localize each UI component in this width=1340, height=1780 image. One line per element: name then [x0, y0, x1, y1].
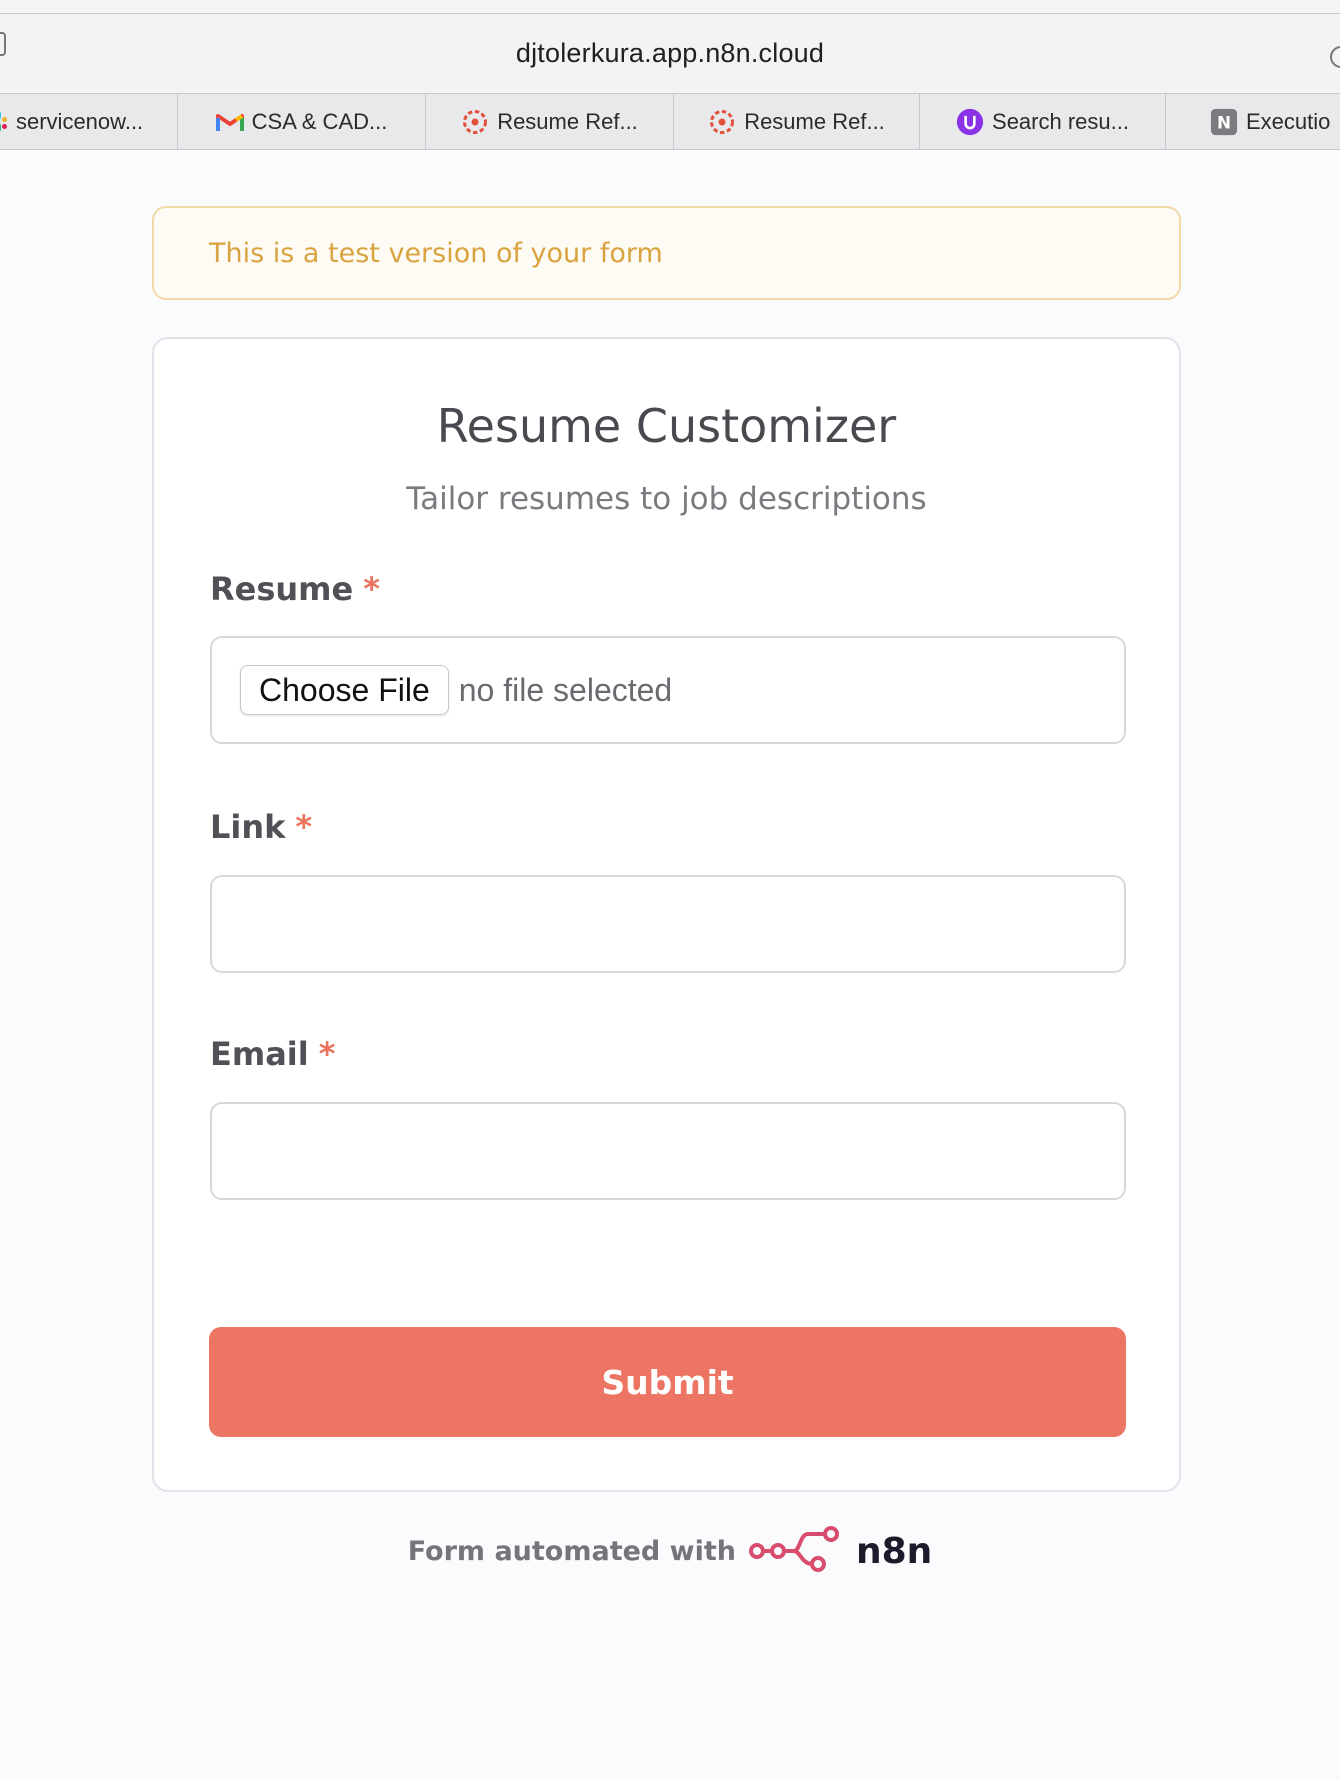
- email-label: Email *: [210, 1035, 335, 1073]
- notice-text: This is a test version of your form: [209, 237, 663, 269]
- file-status-text: no file selected: [458, 671, 673, 708]
- address-bar[interactable]: djtolerkura.app.n8n.cloud: [0, 14, 1340, 94]
- footer: Form automated with n8n: [0, 1526, 1340, 1577]
- required-marker: *: [295, 808, 313, 846]
- email-label-text: Email: [210, 1035, 309, 1073]
- form-card: Resume Customizer Tailor resumes to job …: [152, 337, 1181, 1492]
- footer-text: Form automated with: [407, 1536, 736, 1567]
- svg-text:N: N: [1217, 112, 1231, 132]
- n-logo-icon: N: [1210, 108, 1238, 136]
- tab-resume-ref-1[interactable]: Resume Ref...: [426, 94, 674, 149]
- tab-resume-ref-2[interactable]: Resume Ref...: [674, 94, 920, 149]
- asterisk-logo-icon: [708, 108, 736, 136]
- n8n-logo-icon: [748, 1526, 840, 1577]
- resume-label: Resume *: [210, 570, 380, 608]
- tab-label: Resume Ref...: [744, 108, 885, 134]
- tab-label: servicenow...: [16, 108, 144, 134]
- tab-executions[interactable]: N Executio: [1166, 94, 1340, 149]
- resume-file-input[interactable]: Choose File no file selected: [210, 636, 1126, 744]
- submit-button[interactable]: Submit: [209, 1327, 1126, 1437]
- tab-servicenow[interactable]: servicenow...: [0, 94, 178, 149]
- test-version-notice: This is a test version of your form: [152, 206, 1181, 300]
- reload-icon[interactable]: [1330, 46, 1340, 68]
- tab-label: Search resu...: [992, 108, 1129, 134]
- tab-csa-cad[interactable]: CSA & CAD...: [178, 94, 426, 149]
- asterisk-logo-icon: [461, 108, 489, 136]
- slack-icon: [0, 108, 8, 136]
- brand-name: n8n: [855, 1531, 933, 1572]
- bookmark-tab-bar: servicenow... CSA & CAD... Resume Ref...…: [0, 94, 1340, 150]
- required-marker: *: [318, 1035, 336, 1073]
- window-top-edge: [0, 0, 1340, 14]
- link-label: Link *: [210, 808, 312, 846]
- form-subtitle: Tailor resumes to job descriptions: [406, 481, 927, 517]
- tab-search-results[interactable]: Search resu...: [920, 94, 1166, 149]
- link-input[interactable]: [210, 875, 1126, 973]
- tab-label: Resume Ref...: [497, 108, 638, 134]
- email-input[interactable]: [210, 1102, 1126, 1200]
- tab-label: Executio: [1246, 108, 1331, 134]
- form-title: Resume Customizer: [436, 399, 897, 453]
- resume-label-text: Resume: [210, 570, 354, 608]
- u-logo-icon: [956, 108, 984, 136]
- tab-label: CSA & CAD...: [251, 108, 388, 134]
- link-label-text: Link: [210, 808, 286, 846]
- required-marker: *: [363, 570, 380, 608]
- choose-file-button[interactable]: Choose File: [240, 665, 449, 715]
- address-url[interactable]: djtolerkura.app.n8n.cloud: [516, 38, 824, 69]
- gmail-icon: [215, 108, 244, 136]
- sidebar-icon[interactable]: [0, 32, 6, 56]
